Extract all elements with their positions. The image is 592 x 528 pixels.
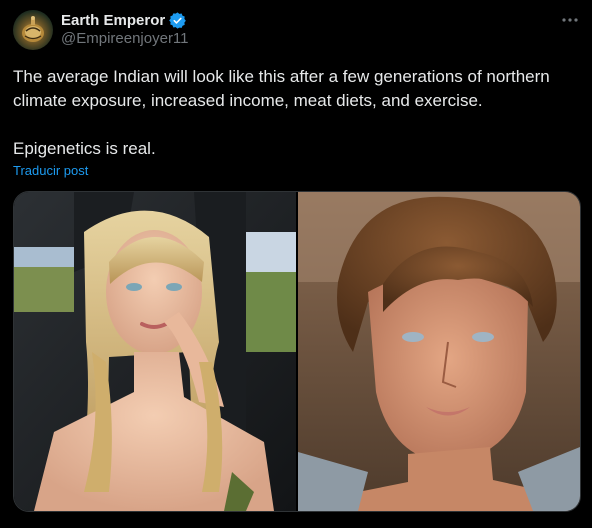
author-avatar[interactable] [13,10,53,50]
media-image-left[interactable] [14,192,296,511]
translate-post-link[interactable]: Traducir post [13,163,88,178]
man-photo-image [298,192,580,511]
verified-badge-icon [169,11,187,29]
woman-photo-image [14,192,296,511]
author-display-name[interactable]: Earth Emperor [61,12,165,29]
more-dots-icon [562,18,578,22]
media-image-right[interactable] [298,192,580,511]
globe-icon [22,16,44,42]
media-grid [13,191,581,512]
tweet-paragraph: Epigenetics is real. [13,139,156,158]
tweet-paragraph: The average Indian will look like this a… [13,67,550,110]
tweet-text: The average Indian will look like this a… [13,65,583,161]
author-handle[interactable]: @Empireenjoyer11 [61,30,189,47]
more-options-button[interactable] [559,12,581,28]
author-name-row: Earth Emperor [61,10,187,30]
